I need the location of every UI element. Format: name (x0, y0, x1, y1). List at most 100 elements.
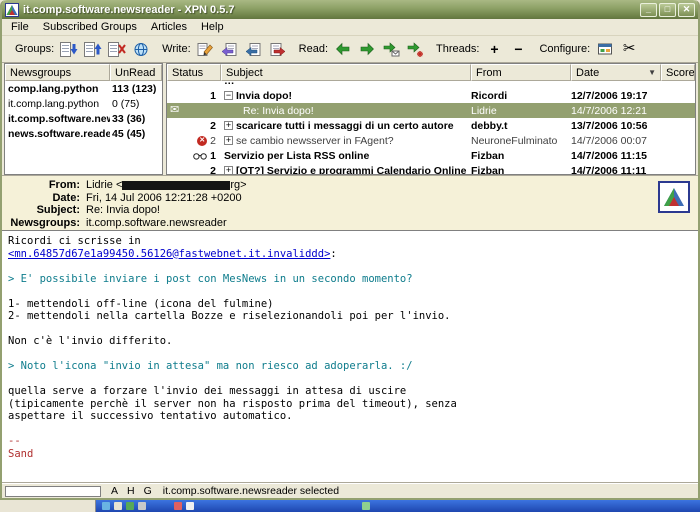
taskbar-icon[interactable] (138, 502, 146, 510)
write-forward-button[interactable] (266, 38, 290, 60)
expand-thread-icon[interactable]: + (224, 121, 233, 130)
message-body-pane: Ricordi ci scrisse in <mn.64857d67e1a994… (2, 231, 698, 483)
subscribe-icon (60, 42, 78, 57)
thread-row[interactable]: 2 + scaricare tutti i messaggi di un cer… (167, 118, 695, 133)
groups-subscribe-button[interactable] (57, 38, 81, 60)
minimize-button[interactable]: _ (640, 3, 657, 17)
groups-refresh-button[interactable] (129, 38, 153, 60)
groups-unsubscribe-button[interactable] (81, 38, 105, 60)
message-line: <mn.64857d67e1a99450.56126@fastwebnet.it… (8, 248, 692, 261)
threads-collapse-button[interactable]: − (506, 38, 530, 60)
thread-row[interactable]: 2 + [OT?] Servizio e programmi Calendari… (167, 163, 695, 174)
next-unread-article-icon (383, 42, 400, 57)
read-next-unread-thread-button[interactable] (403, 38, 427, 60)
get-new-groups-icon (133, 42, 149, 57)
newsgroups-list: comp.lang.python 113 (123) it.comp.lang.… (5, 81, 162, 141)
watched-thread-glasses-icon (193, 152, 207, 160)
configure-filters-button[interactable]: ✂ (617, 38, 641, 60)
status-flag-g: G (144, 485, 152, 497)
newsgroups-column-header[interactable]: Newsgroups (5, 64, 110, 81)
date-column-header[interactable]: Date ▼ (571, 64, 661, 81)
message-line: quella serve a forzare l'invio dei messa… (8, 385, 692, 398)
read-next-button[interactable] (355, 38, 379, 60)
newsgroup-row[interactable]: news.software.readers 45 (45) (5, 126, 162, 141)
groups-remove-button[interactable] (105, 38, 129, 60)
thread-row[interactable]: 1 − Invia dopo! Ricordi 12/7/2006 19:17 (167, 88, 695, 103)
expand-thread-icon[interactable]: + (224, 166, 233, 174)
thread-row-selected[interactable]: ✉ Re: Invia dopo! Lidrie 14/7/2006 12:21 (167, 103, 695, 118)
thread-list-rows: … 1 − Invia dopo! Ricordi 12/7/2006 19:1… (167, 81, 695, 174)
newsgroup-row[interactable]: comp.lang.python 113 (123) (5, 81, 162, 96)
menu-file[interactable]: File (4, 19, 36, 35)
subject-column-header[interactable]: Subject (221, 64, 471, 81)
unread-column-header[interactable]: UnRead (110, 64, 162, 81)
reply-icon (245, 42, 262, 57)
article-header-pane: From: Lidrie <rg> Date: Fri, 14 Jul 2006… (2, 175, 698, 231)
signature-name: Sand (8, 448, 692, 461)
taskbar-icon[interactable] (362, 502, 370, 510)
message-id-link[interactable]: <mn.64857d67e1a99450.56126@fastwebnet.it… (8, 248, 330, 260)
write-reply-button[interactable] (242, 38, 266, 60)
menubar: File Subscribed Groups Articles Help (2, 19, 698, 36)
menu-help[interactable]: Help (194, 19, 231, 35)
taskbar-icon[interactable] (174, 502, 182, 510)
toolbar: Groups: (2, 36, 698, 63)
menu-subscribed-groups[interactable]: Subscribed Groups (36, 19, 144, 35)
taskbar-icon[interactable] (114, 502, 122, 510)
newsgroups-header-row: Newsgroups UnRead (5, 64, 162, 81)
write-label: Write: (162, 43, 191, 55)
blank-line (8, 260, 692, 273)
window-controls: _ □ ✕ (640, 3, 695, 17)
status-bar: A H G it.comp.software.newsreader select… (2, 483, 698, 498)
configure-preferences-button[interactable] (593, 38, 617, 60)
status-flag-a: A (111, 485, 118, 497)
write-new-article-button[interactable] (194, 38, 218, 60)
collapse-thread-icon[interactable]: − (224, 91, 233, 100)
signature-delimiter: -- (8, 435, 692, 448)
next-unread-thread-icon (407, 42, 424, 57)
thread-row-partial[interactable]: … (167, 81, 695, 88)
message-line: 2- mettendoli nella cartella Bozze e ris… (8, 310, 692, 323)
titlebar[interactable]: it.comp.software.newsreader - XPN 0.5.7 … (2, 0, 698, 19)
status-text: it.comp.software.newsreader selected (163, 485, 339, 497)
read-next-unread-button[interactable] (379, 38, 403, 60)
read-prev-button[interactable] (331, 38, 355, 60)
background-window-fragment (0, 500, 96, 512)
maximize-button[interactable]: □ (659, 3, 676, 17)
menu-articles[interactable]: Articles (144, 19, 194, 35)
from-column-header[interactable]: From (471, 64, 571, 81)
expand-thread-icon[interactable]: + (224, 136, 233, 145)
blank-line (8, 285, 692, 298)
progress-area (5, 486, 101, 497)
xpn-logo (658, 181, 690, 213)
close-button[interactable]: ✕ (678, 3, 695, 17)
write-followup-button[interactable] (218, 38, 242, 60)
thread-row[interactable]: ✕ 2 + se cambio newsserver in FAgent? Ne… (167, 133, 695, 148)
taskbar[interactable] (0, 500, 700, 512)
taskbar-icon[interactable] (126, 502, 134, 510)
status-column-header[interactable]: Status (167, 64, 221, 81)
app-logo-icon (5, 3, 19, 17)
score-column-header[interactable]: Score (661, 64, 695, 81)
forward-icon (269, 42, 286, 57)
newsgroup-row-selected[interactable]: it.comp.software.newsreader 33 (36) (5, 111, 162, 126)
header-from-row: From: Lidrie <rg> (8, 179, 692, 192)
header-newsgroups-row: Newsgroups: it.comp.software.newsreader (8, 217, 692, 230)
taskbar-icon[interactable] (186, 502, 194, 510)
sort-arrow-icon: ▼ (648, 68, 656, 77)
next-article-icon (359, 42, 375, 56)
taskbar-icon[interactable] (102, 502, 110, 510)
configure-label: Configure: (539, 43, 590, 55)
preferences-icon (597, 42, 613, 56)
blank-line (8, 323, 692, 336)
screen: it.comp.software.newsreader - XPN 0.5.7 … (0, 0, 700, 512)
message-line: Non c'è l'invio differito. (8, 335, 692, 348)
message-line: 1- mettendoli off-line (icona del fulmin… (8, 298, 692, 311)
message-line: aspettare il successivo tentativo automa… (8, 410, 692, 423)
scissors-icon: ✂ (623, 42, 636, 56)
app-window: it.comp.software.newsreader - XPN 0.5.7 … (0, 0, 700, 500)
main-panes: Newsgroups UnRead comp.lang.python 113 (… (2, 63, 698, 175)
threads-expand-button[interactable]: + (482, 38, 506, 60)
thread-row[interactable]: 1 Servizio per Lista RSS online Fizban 1… (167, 148, 695, 163)
newsgroup-row[interactable]: it.comp.lang.python 0 (75) (5, 96, 162, 111)
